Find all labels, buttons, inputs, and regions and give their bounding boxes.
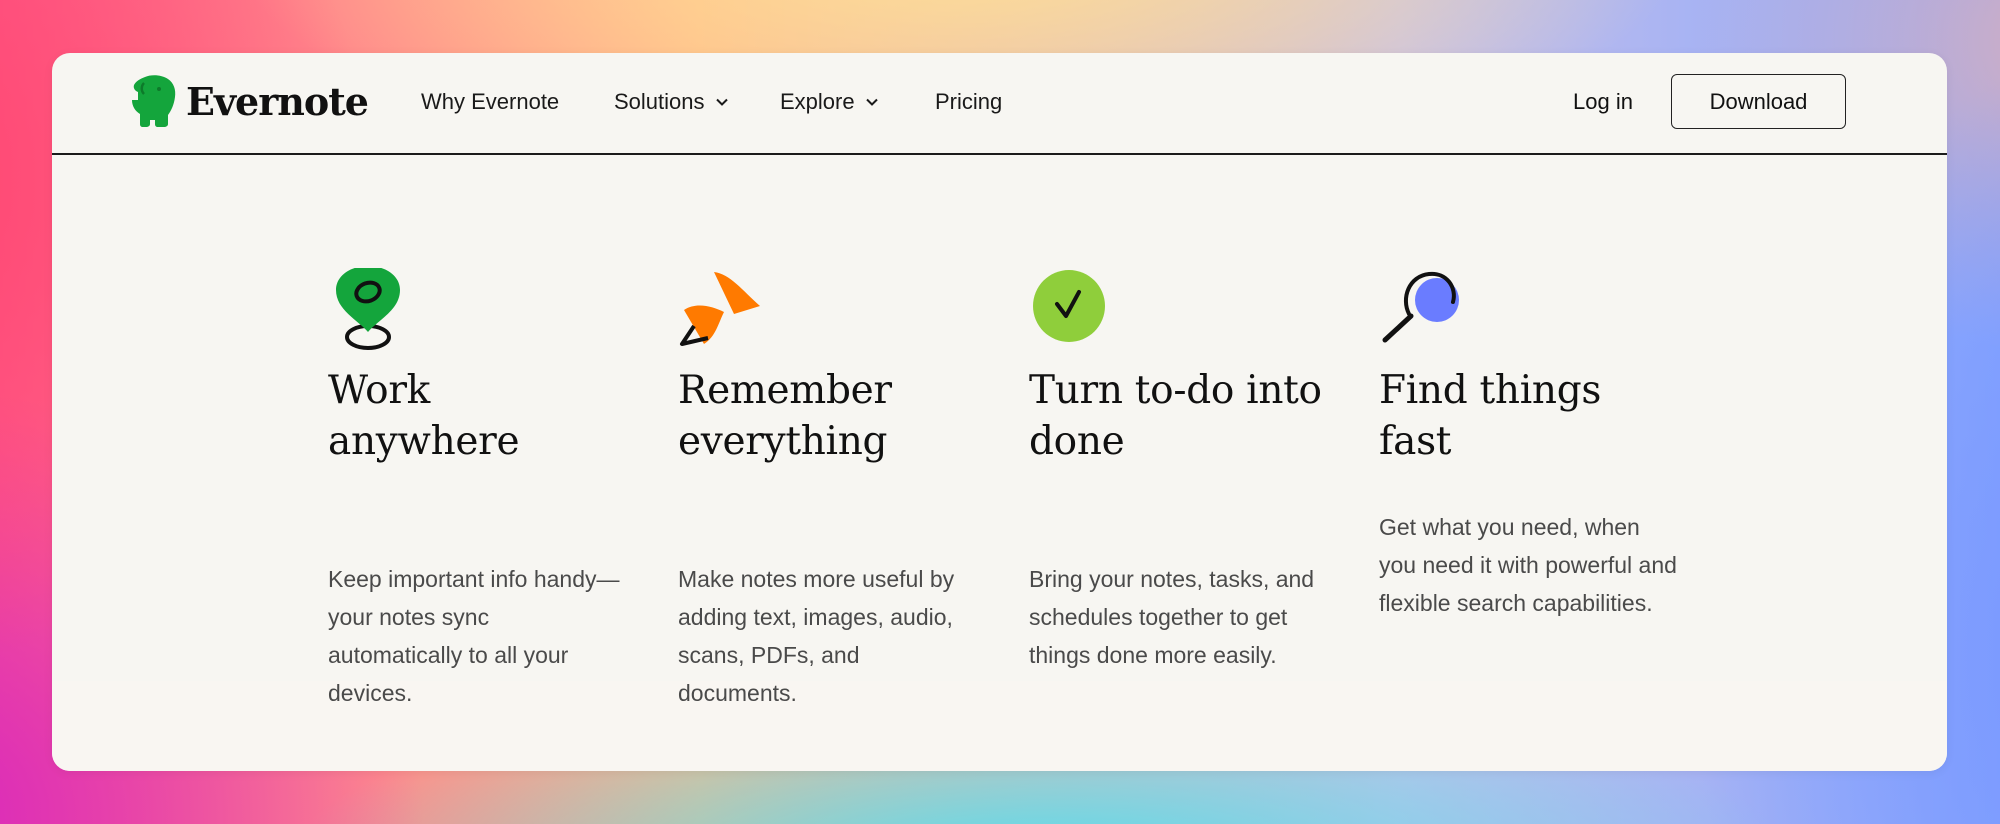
elephant-icon [132,75,176,127]
feature-description: Get what you need, when you need it with… [1379,514,1677,616]
feature-title: Turn to-do into done [1029,368,1322,464]
chevron-down-icon [715,98,728,106]
location-pin-icon [336,268,400,350]
magnifier-icon [1382,271,1459,343]
nav-link-label: Pricing [935,89,1003,114]
nav-link-label: Why Evernote [421,89,560,114]
nav-link-pricing[interactable]: Pricing [935,89,1002,115]
brand-name: Evernote [186,78,369,124]
feature-title: Remember everything [678,368,892,464]
feature-title: Work anywhere [328,368,520,464]
nav-link-explore[interactable]: Explore [780,89,879,115]
page-card: Evernote Why Evernote Solutions Explore … [52,53,1947,771]
feature-description: Keep important info handy—your notes syn… [328,566,620,706]
feature-description: Make notes more useful by adding text, i… [678,566,955,706]
top-navigation: Evernote Why Evernote Solutions Explore … [52,53,1947,155]
nav-link-label: Solutions [614,89,705,114]
checkmark-icon [1033,270,1105,342]
nav-link-why-evernote[interactable]: Why Evernote [421,89,559,115]
login-link[interactable]: Log in [1573,89,1633,115]
nav-link-solutions[interactable]: Solutions [614,89,729,115]
evernote-logo[interactable]: Evernote [130,74,369,128]
download-button[interactable]: Download [1671,74,1846,129]
feature-title: Find things fast [1379,368,1602,464]
push-pin-icon [680,272,760,346]
nav-link-label: Explore [780,89,855,114]
chevron-down-icon [865,98,878,106]
feature-description: Bring your notes, tasks, and schedules t… [1029,566,1315,668]
